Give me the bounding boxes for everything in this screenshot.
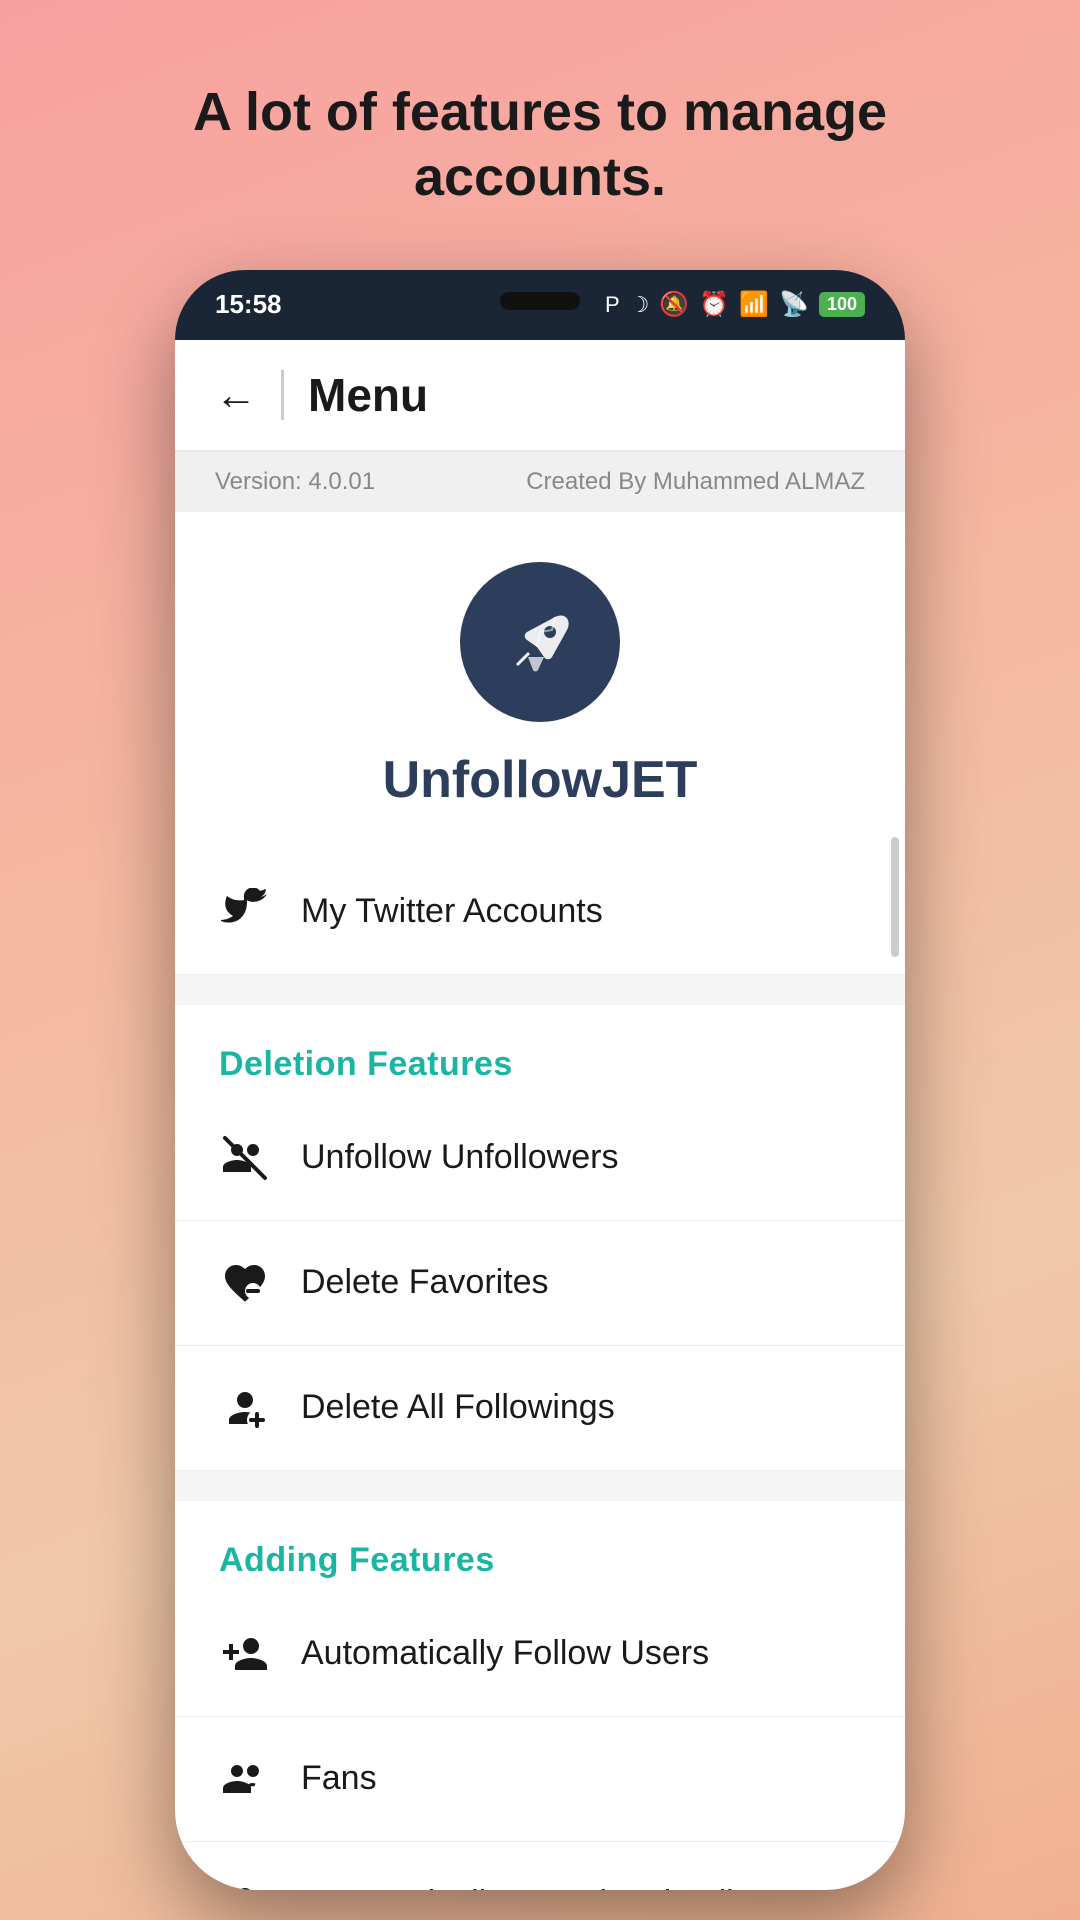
my-twitter-accounts-label: My Twitter Accounts: [301, 892, 603, 931]
delete-favorites-label: Delete Favorites: [301, 1263, 549, 1302]
header-divider: [281, 370, 284, 420]
alarm-icon: ⏰: [699, 290, 729, 319]
camera-notch: [500, 292, 580, 310]
automatically-follow-users-label: Automatically Follow Users: [301, 1634, 709, 1673]
app-header: ← Menu: [175, 340, 905, 452]
heart-slash-icon: [219, 1257, 271, 1309]
menu-item-automatically-favorite-timeline[interactable]: Automatically Favorite Timeline: [175, 1842, 905, 1890]
status-icons-group: P ☽ 🔕 ⏰ 📶 📡 100: [605, 290, 865, 319]
twitter-icon: [219, 886, 271, 938]
user-plus-icon: [219, 1628, 271, 1680]
adding-features-section-header: Adding Features: [175, 1501, 905, 1592]
app-name: UnfollowJET: [383, 750, 698, 810]
menu-item-automatically-follow-users[interactable]: Automatically Follow Users: [175, 1592, 905, 1717]
phone-shell: 15:58 P ☽ 🔕 ⏰ 📶 📡 100 ← Menu Version: 4.…: [175, 270, 905, 1890]
scroll-content[interactable]: UnfollowJET My Twitter Accounts Deletion…: [175, 512, 905, 1890]
logo-circle: [460, 562, 620, 722]
battery-indicator: 100: [819, 292, 865, 317]
signal-icon: 📶: [739, 290, 769, 319]
page-headline: A lot of features to manage accounts.: [0, 80, 1080, 210]
version-bar: Version: 4.0.01 Created By Muhammed ALMA…: [175, 452, 905, 512]
user-heart-icon: [219, 1878, 271, 1890]
automatically-favorite-timeline-label: Automatically Favorite Timeline: [301, 1884, 772, 1890]
deletion-features-section-header: Deletion Features: [175, 1005, 905, 1096]
version-text: Version: 4.0.01: [215, 468, 375, 496]
wifi-icon: 📡: [779, 290, 809, 319]
creator-text: Created By Muhammed ALMAZ: [526, 468, 865, 496]
screen: ← Menu Version: 4.0.01 Created By Muhamm…: [175, 340, 905, 1890]
menu-item-my-twitter-accounts[interactable]: My Twitter Accounts: [175, 850, 905, 975]
users-slash-icon: [219, 1382, 271, 1434]
unfollow-unfollowers-label: Unfollow Unfollowers: [301, 1138, 618, 1177]
menu-item-delete-all-followings[interactable]: Delete All Followings: [175, 1346, 905, 1471]
status-bar: 15:58 P ☽ 🔕 ⏰ 📶 📡 100: [175, 270, 905, 340]
delete-all-followings-label: Delete All Followings: [301, 1388, 615, 1427]
fans-label: Fans: [301, 1759, 377, 1798]
header-title: Menu: [308, 368, 428, 422]
bell-muted-icon: 🔕: [659, 290, 689, 319]
section-gap-2: [175, 1471, 905, 1501]
rocket-icon: [500, 602, 580, 682]
parrot-icon: P: [605, 292, 620, 318]
scroll-indicator: [891, 837, 899, 957]
deletion-features-title: Deletion Features: [219, 1045, 513, 1083]
menu-item-delete-favorites[interactable]: Delete Favorites: [175, 1221, 905, 1346]
menu-item-unfollow-unfollowers[interactable]: Unfollow Unfollowers: [175, 1096, 905, 1221]
status-time: 15:58: [215, 289, 282, 320]
logo-section: UnfollowJET: [175, 512, 905, 850]
section-gap-1: [175, 975, 905, 1005]
moon-icon: ☽: [630, 292, 650, 318]
menu-item-fans[interactable]: Fans: [175, 1717, 905, 1842]
adding-features-title: Adding Features: [219, 1541, 495, 1579]
user-slash-icon: [219, 1132, 271, 1184]
back-button[interactable]: ←: [215, 371, 257, 419]
fans-icon: [219, 1753, 271, 1805]
